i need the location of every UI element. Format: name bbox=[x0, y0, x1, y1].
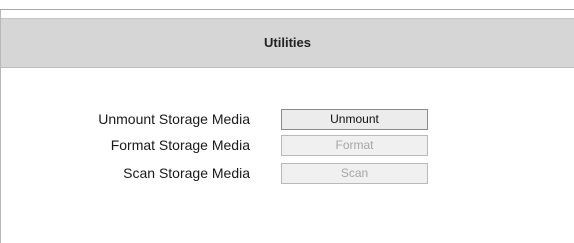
utilities-panel: Utilities Unmount Storage Media Unmount … bbox=[0, 9, 574, 243]
unmount-row: Unmount Storage Media Unmount bbox=[1, 107, 574, 131]
unmount-button[interactable]: Unmount bbox=[281, 109, 428, 130]
utilities-page: Utilities Unmount Storage Media Unmount … bbox=[0, 0, 574, 243]
page-title: Utilities bbox=[264, 35, 311, 50]
unmount-storage-media-label: Unmount Storage Media bbox=[98, 111, 250, 127]
format-button[interactable]: Format bbox=[281, 135, 428, 156]
scan-row: Scan Storage Media Scan bbox=[1, 161, 574, 185]
format-storage-media-label: Format Storage Media bbox=[110, 137, 250, 153]
scan-button[interactable]: Scan bbox=[281, 163, 428, 184]
scan-storage-media-label: Scan Storage Media bbox=[123, 165, 250, 181]
format-row: Format Storage Media Format bbox=[1, 133, 574, 157]
panel-header: Utilities bbox=[1, 18, 574, 68]
